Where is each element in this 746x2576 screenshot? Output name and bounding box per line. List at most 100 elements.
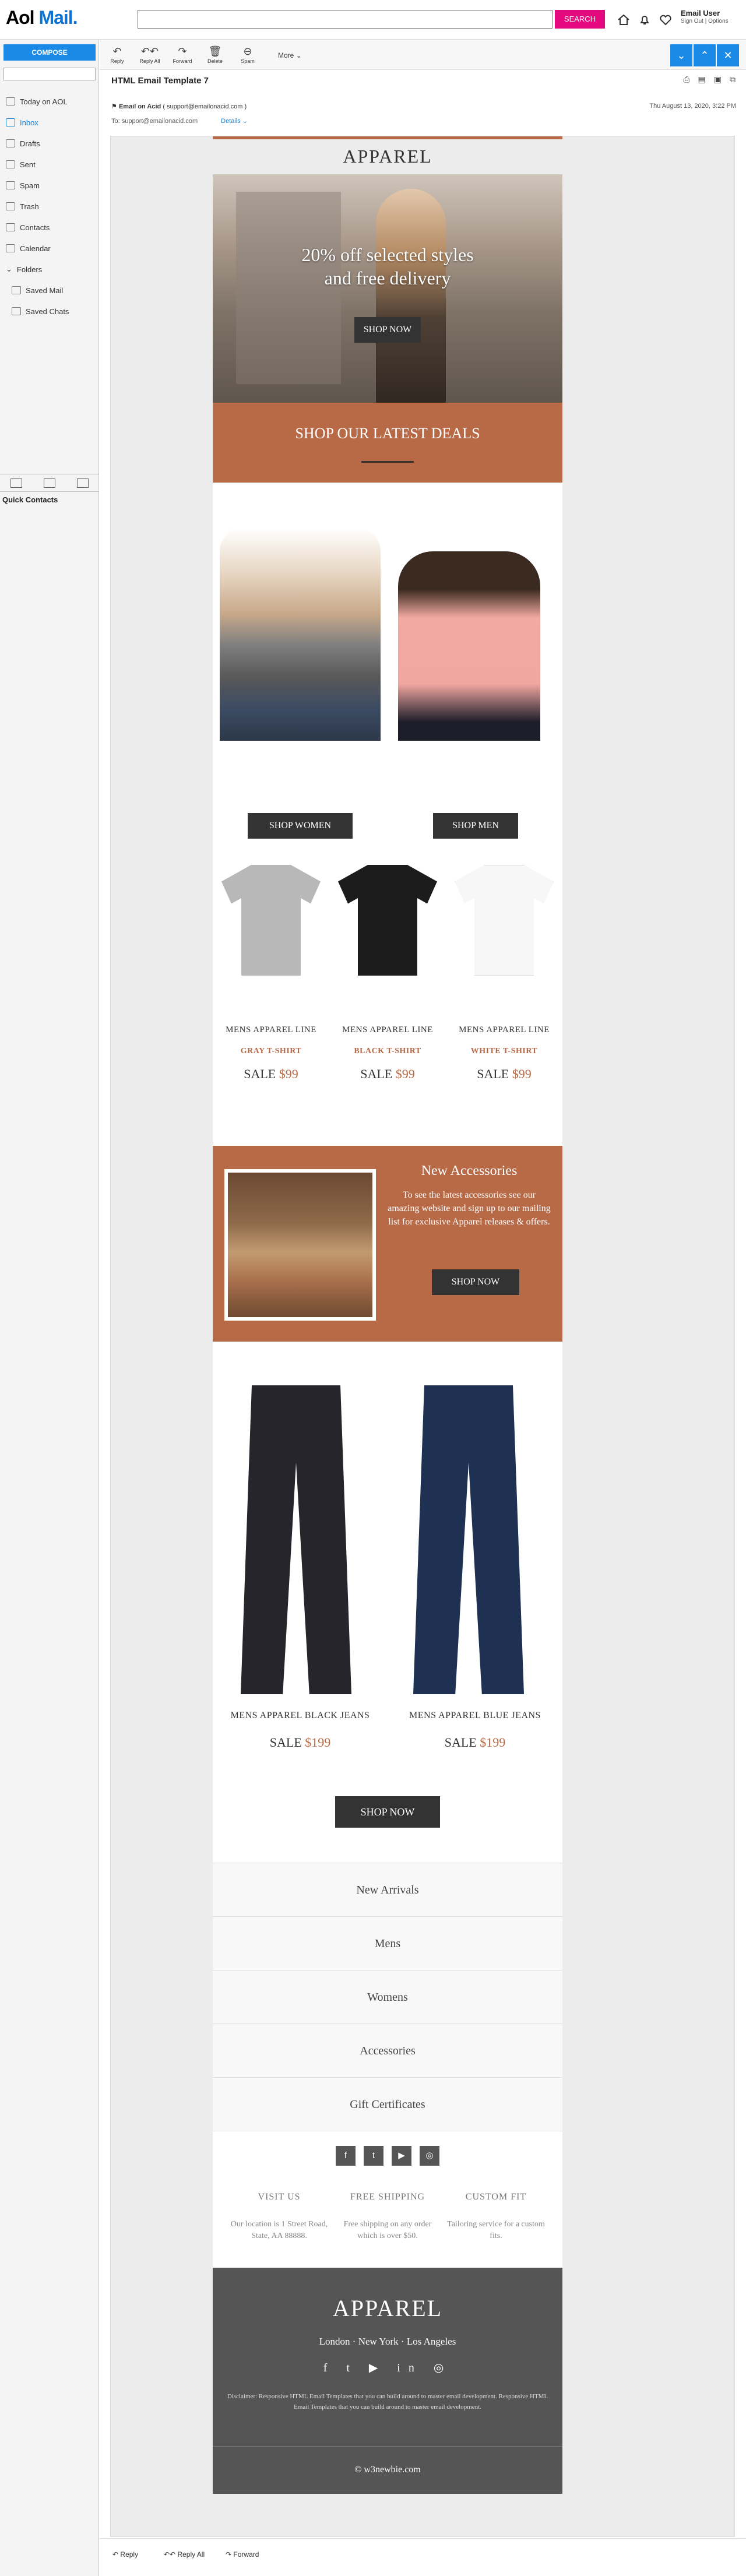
spam-icon (6, 181, 15, 189)
sidebar-item-today[interactable]: Today on AOL (0, 91, 99, 112)
sign-out-link[interactable]: Sign Out (681, 18, 703, 24)
instagram-icon[interactable]: ◎ (420, 2146, 439, 2166)
gray-tshirt-image[interactable] (216, 865, 326, 981)
footer-social-icons[interactable]: f t ▶ in ◎ (213, 2360, 562, 2375)
tshirt-section: MENS APPAREL LINE GRAY T-SHIRT SALE $99 ME… (213, 807, 562, 1146)
calendar-icon[interactable] (43, 478, 55, 488)
bottom-action-bar: ↶ Reply ↶↶ Reply All ↷ Forward (100, 2538, 746, 2576)
chevron-down-icon: ⌄ (6, 265, 12, 273)
reply-button[interactable]: ↶ Reply (105, 44, 129, 64)
next-message-button[interactable]: ⌃ (694, 44, 716, 66)
drafts-icon (6, 139, 15, 147)
message-date: Thu August 13, 2020, 3:22 PM (649, 103, 736, 110)
calendar-icon (6, 244, 15, 252)
folder-icon (12, 307, 21, 315)
delete-button[interactable]: 🗑 Delete (203, 44, 227, 64)
bottom-reply-all-button[interactable]: ↶↶ Reply All (164, 2550, 205, 2559)
heart-icon[interactable] (659, 13, 673, 27)
sidebar-item-inbox[interactable]: Inbox (0, 112, 99, 133)
quick-contacts-title[interactable]: Quick Contacts (0, 492, 99, 508)
bottom-reply-button[interactable]: ↶ Reply (112, 2550, 138, 2559)
message-toolbar: ↶ Reply ↶↶ Reply All ↷ Forward 🗑 Delete ⊖ Spa… (100, 40, 746, 70)
sidebar: COMPOSE Today on AOL Inbox Drafts Sent S… (0, 40, 99, 2576)
menu-accessories[interactable]: Accessories (213, 2024, 562, 2078)
sidebar-item-sent[interactable]: Sent (0, 154, 99, 175)
flag-icon[interactable]: ⚑ (111, 103, 117, 110)
aol-mail-logo[interactable]: Aol Mail. (6, 7, 78, 29)
black-tshirt-image[interactable] (333, 865, 442, 981)
forward-button[interactable]: ↷ Forward (171, 44, 194, 64)
hero-shop-now-button[interactable]: SHOP NOW (354, 317, 421, 343)
reply-all-button[interactable]: ↶↶ Reply All (138, 44, 161, 64)
aol-icon (6, 97, 15, 105)
popout-icon[interactable]: ⧉ (730, 75, 736, 85)
previous-message-button[interactable]: ⌄ (670, 44, 692, 66)
footer-copyright[interactable]: © w3newbie.com (213, 2446, 562, 2494)
model-image (376, 189, 446, 404)
email-menu: New Arrivals Mens Womens Accessories Gif… (213, 1863, 562, 2131)
view-source-icon[interactable]: ▤ (698, 75, 706, 85)
jeans-caption: MENS APPAREL BLACK JEANS SALE $199 (230, 1711, 370, 1750)
user-menu[interactable]: Email User Sign Out | Options (681, 9, 729, 26)
contact-card-icon[interactable] (10, 478, 23, 488)
jeans-section: MENS APPAREL BLACK JEANS SALE $199 MENS A… (213, 1342, 562, 1863)
deals-divider (361, 461, 414, 463)
search-button[interactable]: SEARCH (555, 10, 605, 29)
reply-icon: ↶ (112, 45, 122, 57)
black-jeans-image[interactable] (241, 1385, 351, 1694)
spam-button[interactable]: ⊖ Spam (236, 44, 259, 64)
quick-contacts-panel: Quick Contacts (0, 474, 99, 520)
home-icon[interactable] (617, 13, 631, 27)
sidebar-item-saved-mail[interactable]: Saved Mail (0, 280, 99, 301)
accessories-text: To see the latest accessories see our am… (388, 1190, 551, 1227)
chevron-down-icon: ⌄ (295, 51, 302, 59)
email-footer: APPAREL London · New York · Los Angeles … (213, 2268, 562, 2446)
bell-icon[interactable] (638, 13, 652, 27)
message-subject: HTML Email Template 7 (111, 76, 209, 86)
trash-icon: 🗑 (208, 45, 222, 57)
tshirt-shape (221, 865, 321, 976)
folder-icon (12, 286, 21, 294)
sidebar-item-saved-chats[interactable]: Saved Chats (0, 301, 99, 322)
save-icon[interactable]: ▣ (714, 75, 722, 85)
more-menu[interactable]: More ⌄ (278, 51, 302, 59)
message-view: ↶ Reply ↶↶ Reply All ↷ Forward 🗑 Delete ⊖ Spa… (100, 40, 746, 2576)
options-link[interactable]: Options (708, 18, 728, 24)
sidebar-item-trash[interactable]: Trash (0, 196, 99, 217)
folder-search-input[interactable] (3, 68, 96, 80)
white-tshirt-image[interactable] (449, 865, 559, 981)
accessories-image[interactable] (224, 1169, 376, 1321)
sidebar-item-contacts[interactable]: Contacts (0, 217, 99, 238)
sidebar-item-calendar[interactable]: Calendar (0, 238, 99, 259)
sidebar-item-folders[interactable]: ⌄ Folders (0, 259, 99, 280)
accessories-section: New Accessories To see the latest access… (213, 1146, 562, 1342)
tasks-icon[interactable] (76, 478, 89, 488)
forward-icon: ↷ (226, 2550, 232, 2559)
menu-gift-certificates[interactable]: Gift Certificates (213, 2078, 562, 2131)
sidebar-item-drafts[interactable]: Drafts (0, 133, 99, 154)
close-message-button[interactable]: ✕ (717, 44, 739, 66)
women-model-image[interactable] (220, 528, 381, 741)
compose-button[interactable]: COMPOSE (3, 44, 96, 61)
bottom-forward-button[interactable]: ↷ Forward (226, 2550, 259, 2559)
hero-headline: 20% off selected styles and free delivery (301, 244, 474, 288)
men-model-image[interactable] (398, 551, 540, 741)
jeans-shop-now-button[interactable]: SHOP NOW (335, 1796, 440, 1828)
print-icon[interactable]: ⎙ (683, 75, 689, 85)
blue-jeans-image[interactable] (413, 1385, 524, 1694)
footer-cities: London · New York · Los Angeles (319, 2336, 456, 2347)
menu-mens[interactable]: Mens (213, 1917, 562, 1970)
contacts-icon (6, 223, 15, 231)
search-input[interactable] (138, 10, 553, 29)
facebook-icon[interactable]: f (336, 2146, 356, 2166)
details-link[interactable]: Details ⌄ (221, 118, 248, 125)
youtube-icon[interactable]: ▶ (392, 2146, 411, 2166)
message-header: ⚑ Email on Acid ( support@emailonacid.co… (111, 103, 736, 125)
twitter-icon[interactable]: t (364, 2146, 383, 2166)
recipient: To: support@emailonacid.com (111, 118, 198, 125)
menu-new-arrivals[interactable]: New Arrivals (213, 1863, 562, 1917)
sidebar-item-spam[interactable]: Spam (0, 175, 99, 196)
sender-name[interactable]: Email on Acid (119, 103, 161, 110)
accessories-shop-now-button[interactable]: SHOP NOW (432, 1269, 519, 1295)
menu-womens[interactable]: Womens (213, 1970, 562, 2024)
